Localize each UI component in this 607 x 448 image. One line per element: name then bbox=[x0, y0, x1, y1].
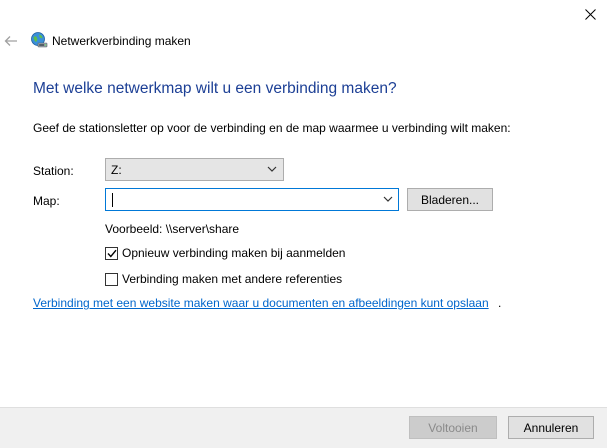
map-combobox[interactable] bbox=[105, 188, 399, 211]
close-button[interactable] bbox=[574, 0, 607, 28]
chevron-down-icon bbox=[267, 166, 277, 172]
main-instruction: Met welke netwerkmap wilt u een verbindi… bbox=[33, 80, 397, 97]
link-period: . bbox=[498, 296, 502, 310]
cancel-button[interactable]: Annuleren bbox=[508, 416, 594, 439]
finish-button[interactable]: Voltooien bbox=[409, 416, 497, 439]
window-title: Netwerkverbinding maken bbox=[52, 34, 191, 48]
other-credentials-option[interactable]: Verbinding maken met andere referenties bbox=[105, 272, 342, 286]
map-label: Map: bbox=[33, 194, 60, 208]
checkmark-icon bbox=[106, 249, 117, 258]
reconnect-label: Opnieuw verbinding maken bij aanmelden bbox=[122, 246, 346, 260]
station-dropdown[interactable]: Z: bbox=[105, 158, 284, 181]
description-text: Geef de stationsletter op voor de verbin… bbox=[33, 121, 511, 135]
close-icon bbox=[585, 8, 596, 20]
other-credentials-checkbox[interactable] bbox=[105, 272, 118, 286]
chevron-down-icon[interactable] bbox=[383, 195, 393, 203]
example-text: Voorbeeld: \\server\share bbox=[105, 222, 240, 236]
map-input[interactable] bbox=[106, 190, 376, 209]
station-label: Station: bbox=[33, 164, 74, 178]
map-network-drive-dialog: Netwerkverbinding maken Met welke netwer… bbox=[0, 0, 607, 448]
browse-button[interactable]: Bladeren... bbox=[407, 188, 493, 211]
station-value: Z: bbox=[111, 162, 122, 177]
reconnect-option[interactable]: Opnieuw verbinding maken bij aanmelden bbox=[105, 246, 345, 260]
back-button[interactable] bbox=[0, 30, 22, 52]
website-connect-link[interactable]: Verbinding met een website maken waar u … bbox=[33, 296, 489, 310]
reconnect-checkbox[interactable] bbox=[105, 246, 118, 260]
back-arrow-icon bbox=[4, 36, 17, 46]
text-caret bbox=[112, 193, 113, 207]
network-drive-icon bbox=[31, 32, 48, 48]
other-credentials-label: Verbinding maken met andere referenties bbox=[122, 272, 343, 286]
